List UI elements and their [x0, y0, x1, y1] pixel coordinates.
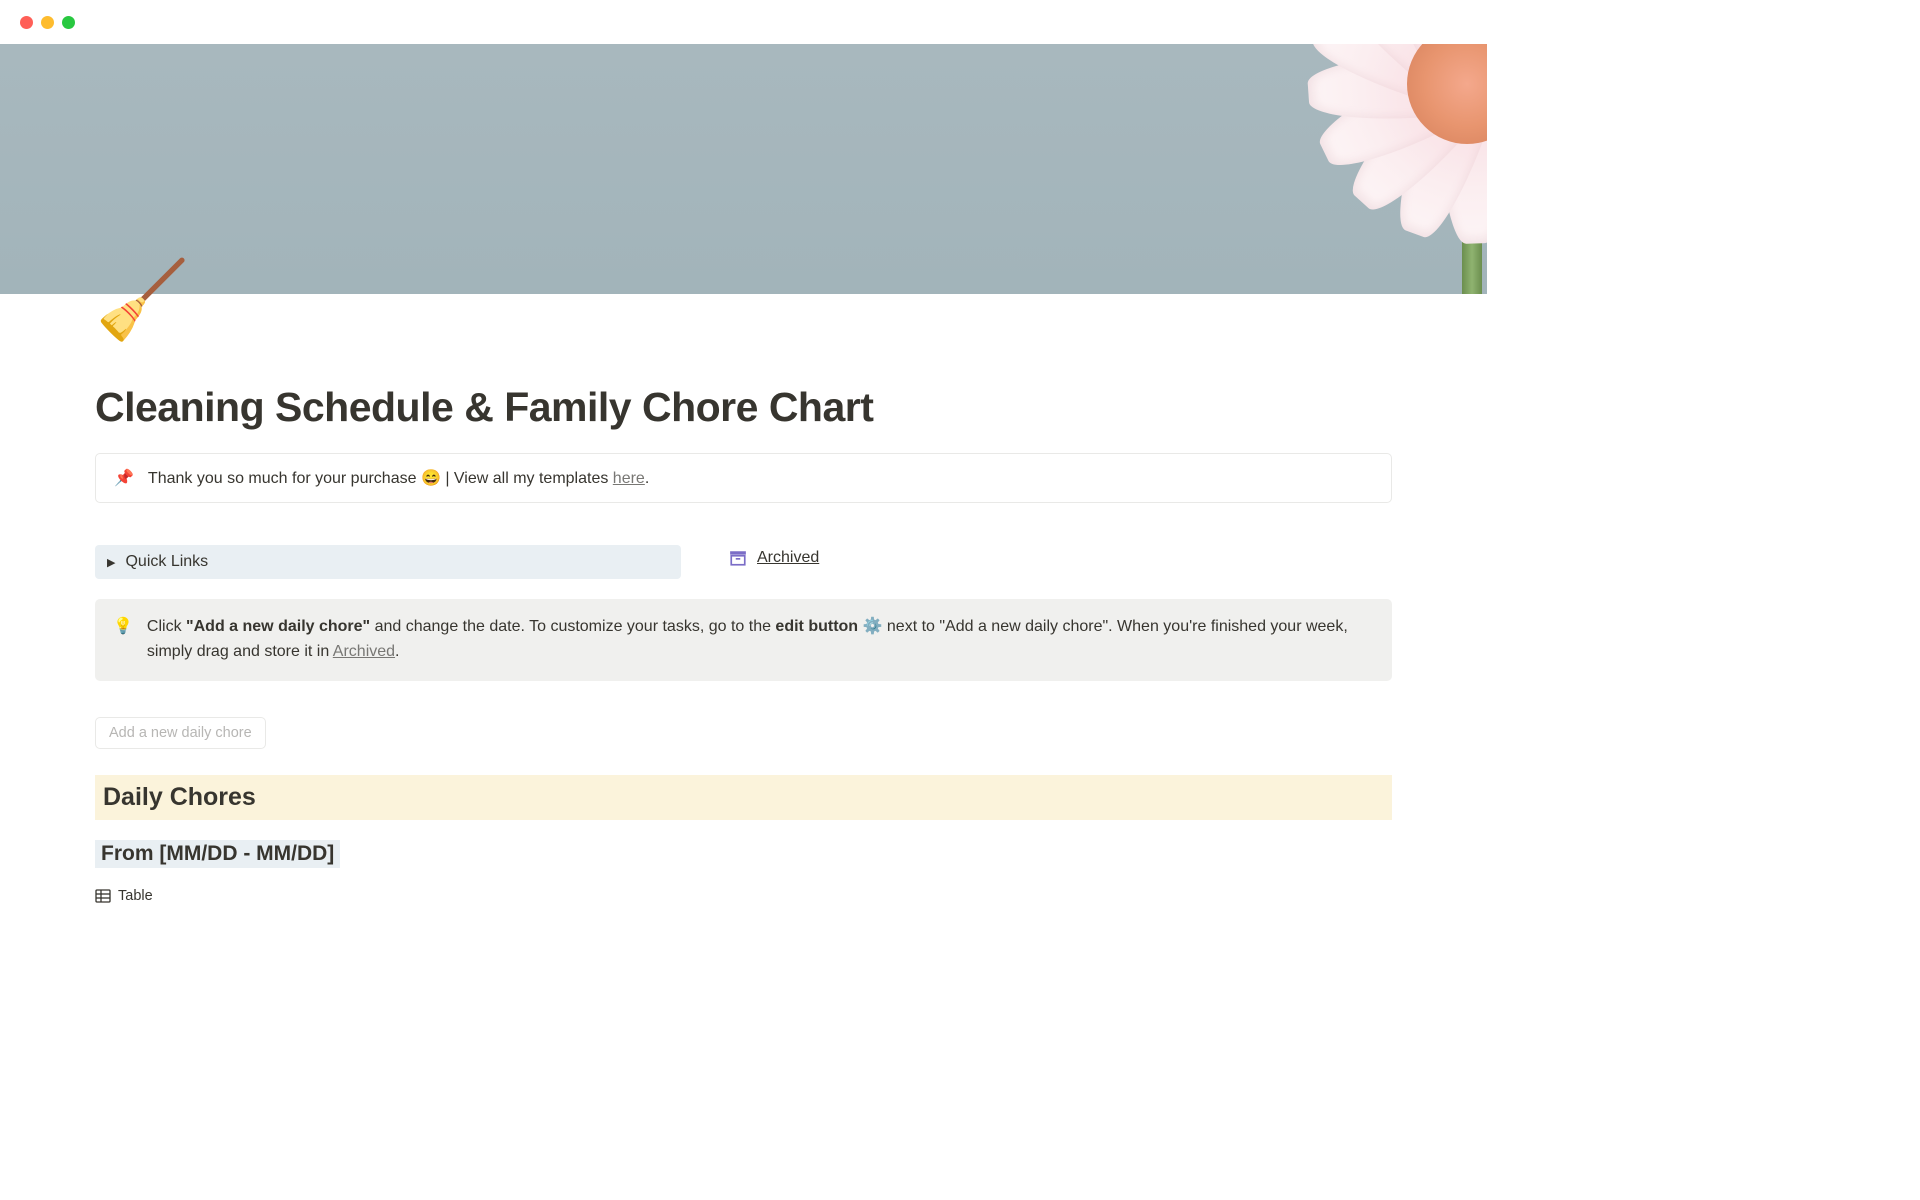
callout-text-before: Thank you so much for your purchase 😄 | …: [148, 470, 613, 487]
archived-link[interactable]: Archived: [729, 549, 819, 567]
window-titlebar: [0, 0, 1487, 44]
bold-edit-button: edit button: [771, 618, 858, 635]
table-icon: [95, 888, 111, 904]
page-title[interactable]: Cleaning Schedule & Family Chore Chart: [95, 384, 1392, 431]
close-window-button[interactable]: [20, 16, 33, 29]
daily-chores-heading[interactable]: Daily Chores: [95, 775, 1392, 820]
page-icon[interactable]: 🧹: [95, 255, 190, 345]
bold-add-chore: "Add a new daily chore": [186, 618, 370, 635]
quick-links-label: Quick Links: [125, 553, 208, 571]
thank-you-callout[interactable]: 📌 Thank you so much for your purchase 😄 …: [95, 453, 1392, 503]
minimize-window-button[interactable]: [41, 16, 54, 29]
toggle-arrow-icon: ▶: [107, 556, 115, 569]
instructions-callout[interactable]: 💡 Click "Add a new daily chore" and chan…: [95, 599, 1392, 681]
maximize-window-button[interactable]: [62, 16, 75, 29]
callout-text-after: .: [645, 470, 649, 487]
quick-links-toggle[interactable]: ▶ Quick Links: [95, 545, 681, 579]
date-range-heading[interactable]: From [MM/DD - MM/DD]: [95, 840, 340, 868]
page-content: Cleaning Schedule & Family Chore Chart 📌…: [0, 294, 1487, 909]
callout-text: Thank you so much for your purchase 😄 | …: [148, 468, 649, 488]
pushpin-icon: 📌: [114, 468, 134, 488]
templates-here-link[interactable]: here: [613, 470, 645, 487]
add-daily-chore-button[interactable]: Add a new daily chore: [95, 717, 266, 749]
instructions-text: Click "Add a new daily chore" and change…: [147, 615, 1374, 665]
lightbulb-icon: 💡: [113, 615, 133, 665]
archive-icon: [729, 549, 747, 567]
archived-label: Archived: [757, 549, 819, 567]
table-view-tab[interactable]: Table: [95, 888, 153, 904]
table-view-label: Table: [118, 888, 153, 904]
page-cover[interactable]: [0, 44, 1487, 294]
archived-inline-link[interactable]: Archived: [333, 643, 395, 660]
